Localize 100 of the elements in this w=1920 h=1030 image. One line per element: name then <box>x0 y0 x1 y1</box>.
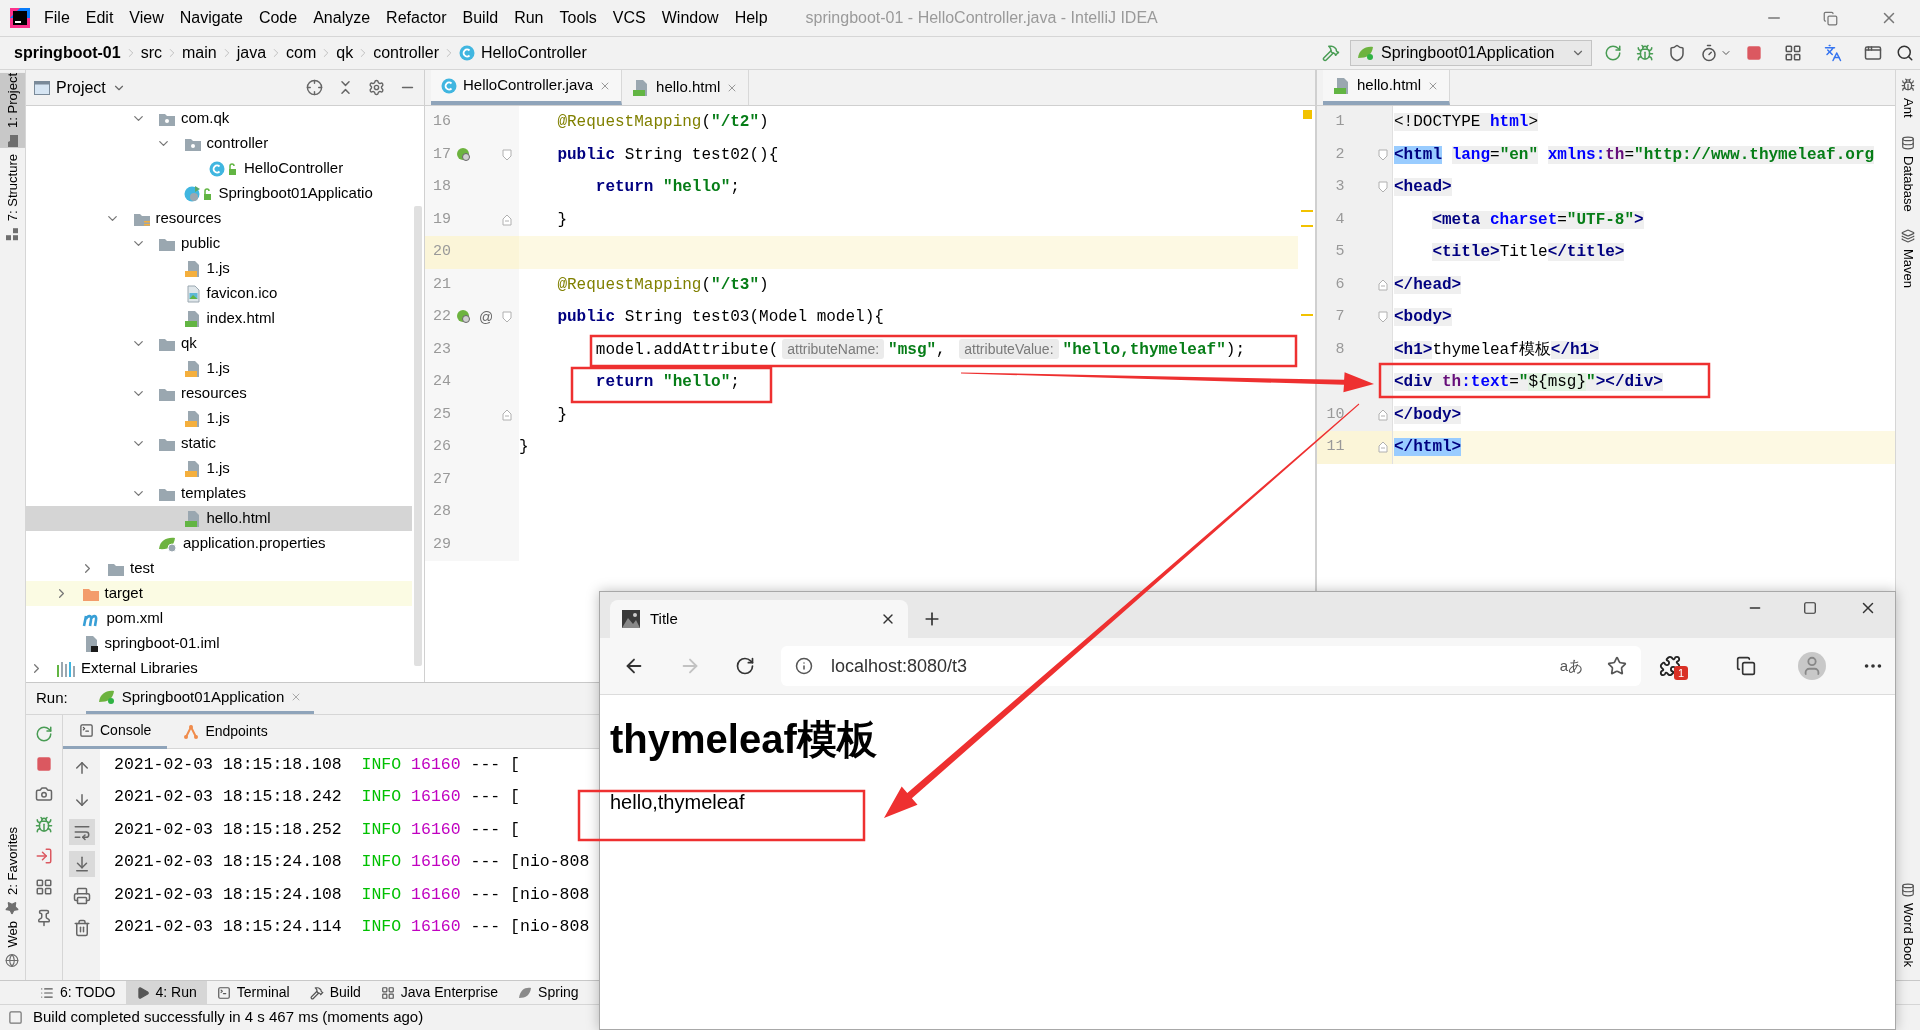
breadcrumb[interactable]: HelloController <box>481 41 587 65</box>
fold-icon[interactable] <box>502 311 512 324</box>
fold-icon[interactable] <box>1378 148 1389 161</box>
tool-window-button[interactable]: 1: Project <box>0 73 25 148</box>
fold-icon[interactable] <box>1378 278 1389 291</box>
menu-item[interactable]: Navigate <box>171 6 251 30</box>
favorite-icon[interactable] <box>1607 656 1627 676</box>
login-icon[interactable] <box>35 847 53 865</box>
tool-window-button[interactable]: Web <box>0 920 25 967</box>
stop-icon[interactable] <box>36 756 52 772</box>
grid-icon[interactable] <box>1784 44 1802 62</box>
pin-icon[interactable] <box>35 909 53 927</box>
tool-window-button[interactable]: 7: Structure <box>0 153 25 242</box>
restore-icon[interactable] <box>1823 10 1838 26</box>
tool-tab[interactable]: Terminal <box>206 980 300 1005</box>
tree-item[interactable]: resources <box>26 206 412 231</box>
tree-item[interactable]: 1.js <box>26 356 412 381</box>
tree-item[interactable]: hello.html <box>26 506 412 531</box>
tree-item[interactable]: 1.js <box>26 256 412 281</box>
run-config-dropdown[interactable]: Springboot01Application <box>1350 40 1592 66</box>
hammer-icon[interactable] <box>1322 44 1340 62</box>
tree-item[interactable]: target <box>26 581 412 606</box>
refresh-icon[interactable] <box>735 656 755 676</box>
menu-item[interactable]: Build <box>454 6 507 30</box>
fold-icon[interactable] <box>502 148 512 161</box>
menu-item[interactable]: Help <box>726 6 776 30</box>
rerun-icon[interactable] <box>1604 44 1622 62</box>
tree-item[interactable]: 1.js <box>26 456 412 481</box>
tool-window-button[interactable]: Database <box>1895 135 1920 212</box>
editor-tab[interactable]: hello.html <box>1323 70 1451 105</box>
tree-item[interactable]: controller <box>26 131 412 156</box>
breadcrumb[interactable]: main <box>182 41 217 65</box>
menu-item[interactable]: Run <box>506 6 552 30</box>
fold-icon[interactable] <box>502 213 512 226</box>
breadcrumb[interactable]: com <box>286 41 317 65</box>
gutter-mark[interactable]: @ <box>478 306 494 328</box>
tree-item[interactable]: External Libraries <box>26 656 412 681</box>
tool-tab[interactable]: Build <box>299 980 371 1005</box>
fold-icon[interactable] <box>1378 311 1389 324</box>
menu-item[interactable]: Edit <box>77 6 122 30</box>
rerun-icon[interactable] <box>35 725 53 743</box>
scrollbar-thumb[interactable] <box>414 206 422 666</box>
address-bar[interactable]: localhost:8080/t3 aあ <box>781 646 1641 686</box>
scroll-to-end-icon[interactable] <box>68 851 95 877</box>
editor-tab[interactable]: HelloController.java <box>431 70 623 105</box>
tool-window-button[interactable]: Word Book <box>1895 882 1920 967</box>
menu-item[interactable]: Window <box>653 6 727 30</box>
tree-item[interactable]: static <box>26 431 412 456</box>
tree-item[interactable]: springboot-01.iml <box>26 631 412 656</box>
breadcrumb[interactable]: springboot-01 <box>14 41 121 65</box>
tool-tab[interactable]: Java Enterprise <box>370 980 509 1005</box>
menu-item[interactable]: Refactor <box>378 6 455 30</box>
stop-icon[interactable] <box>1746 45 1762 61</box>
tree-item[interactable]: favicon.ico <box>26 281 412 306</box>
search-icon[interactable] <box>1896 44 1914 62</box>
menu-item[interactable]: View <box>121 6 172 30</box>
browser-tab[interactable]: Title <box>610 600 908 638</box>
tree-item[interactable]: templates <box>26 481 412 506</box>
tree-item[interactable]: HelloController <box>26 156 412 181</box>
window-icon[interactable] <box>1864 44 1882 62</box>
menu-item[interactable]: Analyze <box>305 6 379 30</box>
bean-icon[interactable] <box>456 146 472 163</box>
info-icon[interactable] <box>795 657 813 675</box>
tree-item[interactable]: Springboot01Applicatio <box>26 181 412 206</box>
menu-item[interactable]: Code <box>250 6 306 30</box>
timer-icon[interactable] <box>1700 44 1718 62</box>
fold-icon[interactable] <box>1378 408 1389 421</box>
locate-icon[interactable] <box>306 79 323 96</box>
bean-icon[interactable] <box>456 309 472 326</box>
tool-window-button[interactable]: Maven <box>1895 229 1920 289</box>
breadcrumb[interactable]: java <box>236 41 267 65</box>
debug-icon[interactable] <box>1636 44 1654 62</box>
run-tab[interactable]: Springboot01Application <box>85 683 315 714</box>
tool-window-button[interactable]: Ant <box>1895 78 1920 118</box>
tool-window-button[interactable]: 2: Favorites <box>0 826 25 915</box>
tool-tab[interactable]: 4: Run <box>125 980 207 1005</box>
menu-item[interactable]: File <box>36 6 78 30</box>
console-tab[interactable]: Endpoints <box>167 714 284 749</box>
tree-item[interactable]: pom.xml <box>26 606 412 631</box>
collections-icon[interactable] <box>1736 656 1757 676</box>
tree-item[interactable]: qk <box>26 331 412 356</box>
tree-item[interactable]: 1.js <box>26 406 412 431</box>
tree-item[interactable]: application.properties <box>26 531 412 556</box>
tree-item[interactable]: resources <box>26 381 412 406</box>
tool-tab[interactable]: Spring <box>508 980 589 1005</box>
camera-icon[interactable] <box>35 785 53 803</box>
menu-item[interactable]: Tools <box>551 6 605 30</box>
breadcrumb[interactable]: controller <box>373 41 439 65</box>
fold-icon[interactable] <box>1378 181 1389 194</box>
breadcrumb[interactable]: qk <box>336 41 354 65</box>
tree-item[interactable]: test <box>26 556 412 581</box>
avatar-icon[interactable] <box>1798 652 1827 680</box>
tree-item[interactable]: com.qk <box>26 106 412 131</box>
translate-icon[interactable] <box>1824 44 1842 62</box>
view-dropdown[interactable]: Project <box>34 75 126 100</box>
extension-icon[interactable] <box>1659 655 1681 677</box>
fold-icon[interactable] <box>1378 441 1389 454</box>
breadcrumb[interactable]: src <box>140 41 162 65</box>
settings-icon[interactable] <box>368 79 385 96</box>
layout-icon[interactable] <box>35 878 53 896</box>
